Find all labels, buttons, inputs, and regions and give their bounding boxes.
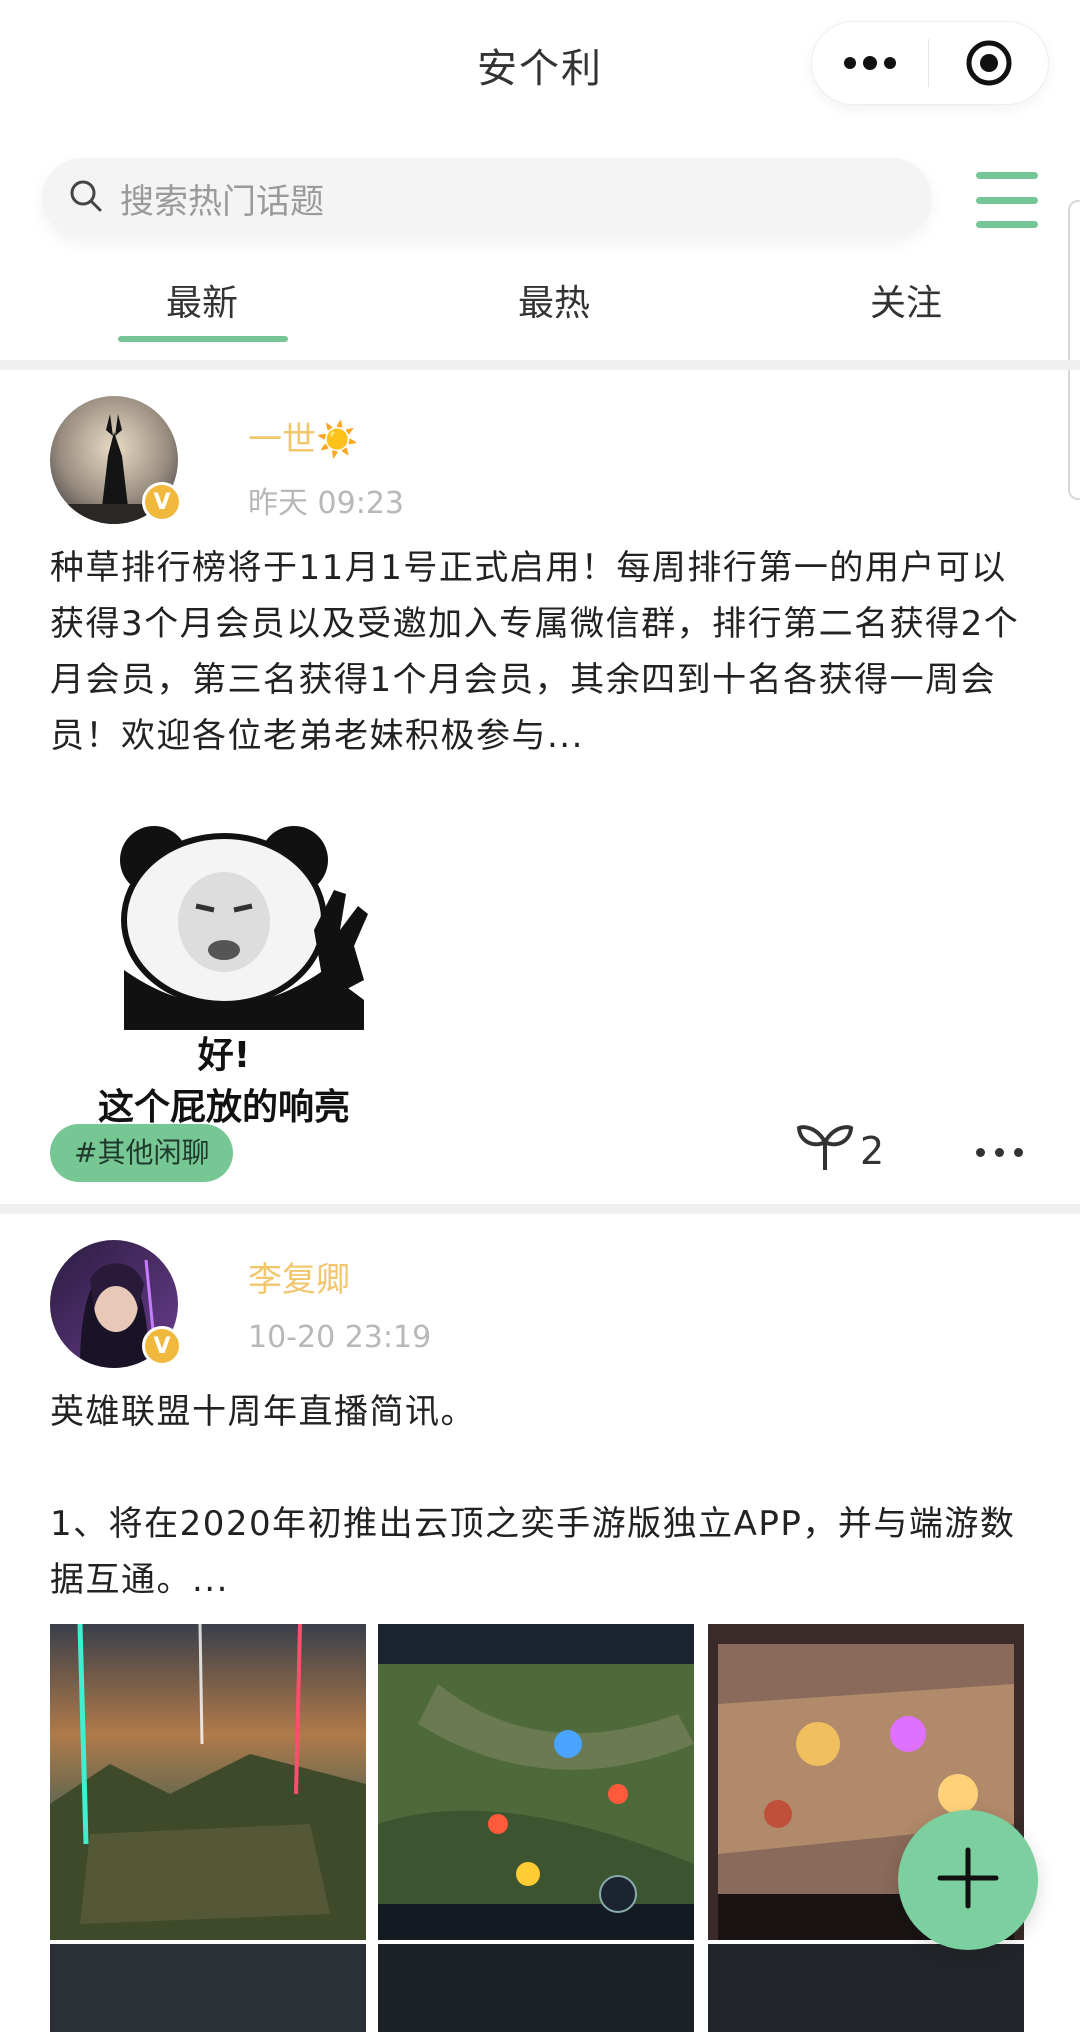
post-text-line: 英雄联盟十周年直播简讯。 xyxy=(50,1392,476,1432)
tab-following[interactable]: 关注 xyxy=(786,274,1026,326)
post-card: V 一世☀️ 昨天 09:23 种草排行榜将于11月1号正式启用！每周排行第一的… xyxy=(0,370,1080,1200)
tab-active-indicator xyxy=(118,336,288,342)
post-username[interactable]: 李复卿 xyxy=(248,1252,350,1301)
tab-latest[interactable]: 最新 xyxy=(82,274,322,326)
tab-hot[interactable]: 最热 xyxy=(434,274,674,326)
verified-badge: V xyxy=(142,482,182,522)
topic-tag[interactable]: #其他闲聊 xyxy=(50,1124,234,1182)
search-icon xyxy=(68,178,104,218)
feed-tabs: 最新 最热 关注 xyxy=(0,262,1080,352)
more-dots-icon[interactable] xyxy=(812,22,928,104)
plus-icon xyxy=(936,1846,1000,1914)
add-post-button[interactable] xyxy=(898,1810,1038,1950)
avatar[interactable]: V xyxy=(50,1240,182,1368)
avatar[interactable]: V xyxy=(50,396,182,524)
post-text-blank xyxy=(50,1440,1035,1496)
meme-caption-line1: 好! xyxy=(197,1035,251,1076)
post-image-meme[interactable]: 好! 这个屁放的响亮 xyxy=(64,810,384,1128)
mini-program-capsule xyxy=(812,22,1048,104)
search-placeholder: 搜索热门话题 xyxy=(120,181,324,222)
post-image[interactable] xyxy=(50,1944,366,2032)
section-divider xyxy=(0,1204,1080,1214)
hamburger-menu-icon[interactable] xyxy=(976,170,1038,230)
navigation-bar: 安个利 xyxy=(0,0,1080,130)
post-image[interactable] xyxy=(708,1944,1024,2032)
more-dots-icon[interactable] xyxy=(976,1148,1023,1157)
like-count: 2 xyxy=(860,1128,885,1173)
target-close-icon[interactable] xyxy=(929,22,1048,104)
post-time: 10-20 23:19 xyxy=(248,1320,432,1355)
post-text[interactable]: 种草排行榜将于11月1号正式启用！每周排行第一的用户可以获得3个月会员以及受邀加… xyxy=(50,540,1035,764)
search-bar[interactable]: 搜索热门话题 xyxy=(42,158,932,238)
sprout-icon xyxy=(796,1120,854,1181)
post-image[interactable] xyxy=(378,1624,694,1940)
like-button[interactable]: 2 xyxy=(796,1120,884,1181)
verified-badge: V xyxy=(142,1326,182,1366)
post-username[interactable]: 一世☀️ xyxy=(248,412,358,461)
post-text[interactable]: 英雄联盟十周年直播简讯。 1、将在2020年初推出云顶之奕手游版独立APP，并与… xyxy=(50,1384,1035,1608)
post-text-line: 1、将在2020年初推出云顶之奕手游版独立APP，并与端游数据互通。... xyxy=(50,1504,1016,1600)
post-image[interactable] xyxy=(50,1624,366,1940)
section-divider xyxy=(0,360,1080,370)
meme-caption-line2: 这个屁放的响亮 xyxy=(97,1087,350,1128)
post-image[interactable] xyxy=(378,1944,694,2032)
post-time: 昨天 09:23 xyxy=(248,486,404,521)
